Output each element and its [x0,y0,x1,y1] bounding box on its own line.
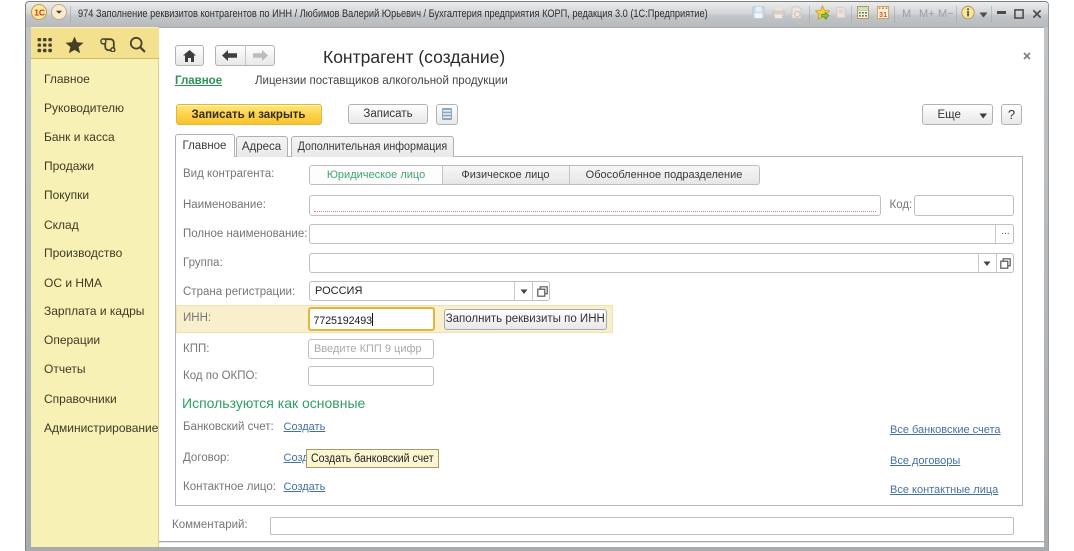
svg-text:31: 31 [879,10,887,19]
svg-text:1C: 1C [34,7,45,17]
